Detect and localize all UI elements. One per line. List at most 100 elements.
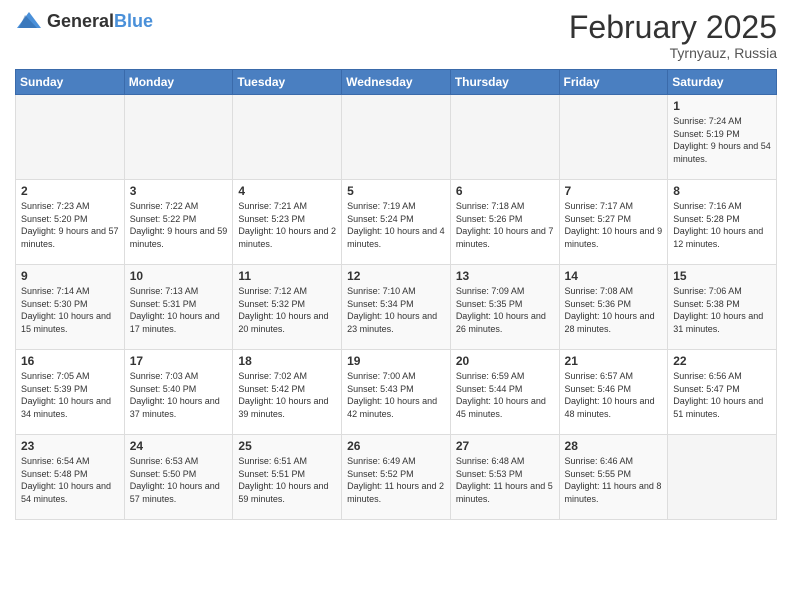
day-info: Sunrise: 7:18 AM Sunset: 5:26 PM Dayligh…: [456, 200, 554, 250]
day-number: 4: [238, 184, 336, 198]
day-number: 24: [130, 439, 228, 453]
day-number: 25: [238, 439, 336, 453]
day-number: 3: [130, 184, 228, 198]
weekday-header-wednesday: Wednesday: [342, 70, 451, 95]
day-cell: 3 Sunrise: 7:22 AM Sunset: 5:22 PM Daylig…: [124, 180, 233, 265]
day-cell: 19 Sunrise: 7:00 AM Sunset: 5:43 PM Dayli…: [342, 350, 451, 435]
day-number: 22: [673, 354, 771, 368]
day-info: Sunrise: 7:24 AM Sunset: 5:19 PM Dayligh…: [673, 115, 771, 165]
weekday-header-sunday: Sunday: [16, 70, 125, 95]
day-number: 14: [565, 269, 663, 283]
day-number: 16: [21, 354, 119, 368]
day-cell: 14 Sunrise: 7:08 AM Sunset: 5:36 PM Dayli…: [559, 265, 668, 350]
day-number: 8: [673, 184, 771, 198]
day-cell: 10Sunrise: 7:13 AM Sunset: 5:31 PM Dayli…: [124, 265, 233, 350]
day-info: Sunrise: 7:17 AM Sunset: 5:27 PM Dayligh…: [565, 200, 663, 250]
day-info: Sunrise: 6:46 AM Sunset: 5:55 PM Dayligh…: [565, 455, 663, 505]
day-number: 27: [456, 439, 554, 453]
day-number: 21: [565, 354, 663, 368]
day-info: Sunrise: 7:08 AM Sunset: 5:36 PM Dayligh…: [565, 285, 663, 335]
day-info: Sunrise: 7:22 AM Sunset: 5:22 PM Dayligh…: [130, 200, 228, 250]
day-cell: 22 Sunrise: 6:56 AM Sunset: 5:47 PM Dayli…: [668, 350, 777, 435]
day-info: Sunrise: 6:53 AM Sunset: 5:50 PM Dayligh…: [130, 455, 228, 505]
day-info: Sunrise: 6:51 AM Sunset: 5:51 PM Dayligh…: [238, 455, 336, 505]
weekday-header-tuesday: Tuesday: [233, 70, 342, 95]
day-info: Sunrise: 6:49 AM Sunset: 5:52 PM Dayligh…: [347, 455, 445, 505]
logo: GeneralBlue: [15, 10, 153, 32]
day-info: Sunrise: 7:12 AM Sunset: 5:32 PM Dayligh…: [238, 285, 336, 335]
day-number: 15: [673, 269, 771, 283]
day-info: Sunrise: 7:02 AM Sunset: 5:42 PM Dayligh…: [238, 370, 336, 420]
weekday-header-monday: Monday: [124, 70, 233, 95]
day-number: 13: [456, 269, 554, 283]
logo-wordmark: GeneralBlue: [47, 11, 153, 32]
day-cell: 20 Sunrise: 6:59 AM Sunset: 5:44 PM Dayli…: [450, 350, 559, 435]
day-number: 19: [347, 354, 445, 368]
day-number: 9: [21, 269, 119, 283]
day-info: Sunrise: 6:57 AM Sunset: 5:46 PM Dayligh…: [565, 370, 663, 420]
week-row-2: 2Sunrise: 7:23 AM Sunset: 5:20 PM Daylig…: [16, 180, 777, 265]
week-row-5: 23 Sunrise: 6:54 AM Sunset: 5:48 PM Dayli…: [16, 435, 777, 520]
day-cell: 23 Sunrise: 6:54 AM Sunset: 5:48 PM Dayli…: [16, 435, 125, 520]
title-block: February 2025 Tyrnyauz, Russia: [569, 10, 777, 61]
day-number: 26: [347, 439, 445, 453]
page-header: GeneralBlue February 2025 Tyrnyauz, Russ…: [15, 10, 777, 61]
week-row-4: 16 Sunrise: 7:05 AM Sunset: 5:39 PM Dayli…: [16, 350, 777, 435]
logo-general: General: [47, 11, 114, 31]
day-cell: 6 Sunrise: 7:18 AM Sunset: 5:26 PM Daylig…: [450, 180, 559, 265]
calendar-table: SundayMondayTuesdayWednesdayThursdayFrid…: [15, 69, 777, 520]
day-cell: 16 Sunrise: 7:05 AM Sunset: 5:39 PM Dayli…: [16, 350, 125, 435]
day-cell: [16, 95, 125, 180]
week-row-1: 1Sunrise: 7:24 AM Sunset: 5:19 PM Daylig…: [16, 95, 777, 180]
day-info: Sunrise: 6:48 AM Sunset: 5:53 PM Dayligh…: [456, 455, 554, 505]
day-number: 11: [238, 269, 336, 283]
day-number: 2: [21, 184, 119, 198]
day-cell: 28 Sunrise: 6:46 AM Sunset: 5:55 PM Dayli…: [559, 435, 668, 520]
day-info: Sunrise: 7:05 AM Sunset: 5:39 PM Dayligh…: [21, 370, 119, 420]
day-cell: 2Sunrise: 7:23 AM Sunset: 5:20 PM Daylig…: [16, 180, 125, 265]
day-info: Sunrise: 6:56 AM Sunset: 5:47 PM Dayligh…: [673, 370, 771, 420]
day-info: Sunrise: 7:10 AM Sunset: 5:34 PM Dayligh…: [347, 285, 445, 335]
day-info: Sunrise: 7:16 AM Sunset: 5:28 PM Dayligh…: [673, 200, 771, 250]
day-number: 6: [456, 184, 554, 198]
day-info: Sunrise: 7:21 AM Sunset: 5:23 PM Dayligh…: [238, 200, 336, 250]
day-cell: [559, 95, 668, 180]
location-title: Tyrnyauz, Russia: [569, 45, 777, 61]
day-cell: 13Sunrise: 7:09 AM Sunset: 5:35 PM Dayli…: [450, 265, 559, 350]
day-cell: [124, 95, 233, 180]
day-cell: [668, 435, 777, 520]
day-number: 5: [347, 184, 445, 198]
day-cell: 7 Sunrise: 7:17 AM Sunset: 5:27 PM Daylig…: [559, 180, 668, 265]
weekday-header-row: SundayMondayTuesdayWednesdayThursdayFrid…: [16, 70, 777, 95]
day-info: Sunrise: 6:54 AM Sunset: 5:48 PM Dayligh…: [21, 455, 119, 505]
day-info: Sunrise: 6:59 AM Sunset: 5:44 PM Dayligh…: [456, 370, 554, 420]
day-cell: 4 Sunrise: 7:21 AM Sunset: 5:23 PM Daylig…: [233, 180, 342, 265]
day-info: Sunrise: 7:14 AM Sunset: 5:30 PM Dayligh…: [21, 285, 119, 335]
day-cell: 5Sunrise: 7:19 AM Sunset: 5:24 PM Daylig…: [342, 180, 451, 265]
day-cell: 15 Sunrise: 7:06 AM Sunset: 5:38 PM Dayli…: [668, 265, 777, 350]
day-cell: 8 Sunrise: 7:16 AM Sunset: 5:28 PM Daylig…: [668, 180, 777, 265]
day-number: 12: [347, 269, 445, 283]
day-cell: 21 Sunrise: 6:57 AM Sunset: 5:46 PM Dayli…: [559, 350, 668, 435]
day-cell: [342, 95, 451, 180]
day-number: 20: [456, 354, 554, 368]
day-info: Sunrise: 7:06 AM Sunset: 5:38 PM Dayligh…: [673, 285, 771, 335]
weekday-header-friday: Friday: [559, 70, 668, 95]
day-number: 23: [21, 439, 119, 453]
day-cell: 18Sunrise: 7:02 AM Sunset: 5:42 PM Dayli…: [233, 350, 342, 435]
day-cell: 25 Sunrise: 6:51 AM Sunset: 5:51 PM Dayli…: [233, 435, 342, 520]
day-cell: 11 Sunrise: 7:12 AM Sunset: 5:32 PM Dayli…: [233, 265, 342, 350]
logo-icon: [15, 10, 43, 32]
day-number: 10: [130, 269, 228, 283]
day-cell: 17Sunrise: 7:03 AM Sunset: 5:40 PM Dayli…: [124, 350, 233, 435]
day-number: 28: [565, 439, 663, 453]
day-cell: 1Sunrise: 7:24 AM Sunset: 5:19 PM Daylig…: [668, 95, 777, 180]
day-number: 7: [565, 184, 663, 198]
day-cell: 12 Sunrise: 7:10 AM Sunset: 5:34 PM Dayli…: [342, 265, 451, 350]
weekday-header-saturday: Saturday: [668, 70, 777, 95]
month-title: February 2025: [569, 10, 777, 45]
day-cell: [450, 95, 559, 180]
day-info: Sunrise: 7:03 AM Sunset: 5:40 PM Dayligh…: [130, 370, 228, 420]
day-info: Sunrise: 7:00 AM Sunset: 5:43 PM Dayligh…: [347, 370, 445, 420]
week-row-3: 9 Sunrise: 7:14 AM Sunset: 5:30 PM Daylig…: [16, 265, 777, 350]
